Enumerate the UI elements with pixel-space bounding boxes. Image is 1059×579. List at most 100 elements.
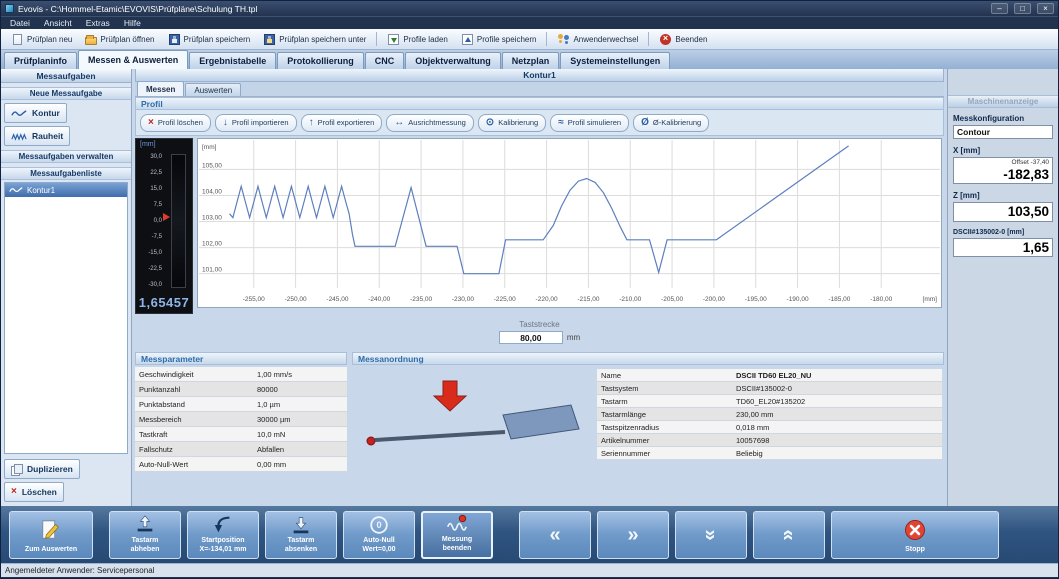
auto-null-button[interactable]: 0Auto-NullWert=0,00 [343,511,415,559]
app-icon [5,4,14,13]
stopp-button[interactable]: Stopp [831,511,999,559]
deflection-bar [171,154,186,288]
profile-save-icon [462,34,473,45]
taststrecke-input[interactable]: 80,00 [499,331,563,344]
kalibrierung-button[interactable]: ⊙Kalibrierung [478,114,546,132]
duplizieren-button[interactable]: Duplizieren [4,459,80,479]
probe-arrangement-graphic [352,367,587,459]
ausrichtmessung-button[interactable]: ↔Ausrichtmessung [386,114,474,132]
list-item-kontur1[interactable]: Kontur1 [5,183,127,197]
maximize-button[interactable]: □ [1014,3,1031,14]
menu-extras[interactable]: Extras [79,18,117,28]
jog-right-button[interactable]: » [597,511,669,559]
button-label: Ø-Kalibrierung [653,118,701,127]
tab-prufplaninfo[interactable]: Prüfplaninfo [4,52,77,69]
x-offset-label: Offset -37,40 [957,159,1049,167]
toolbar-separator [546,32,547,46]
tab-netzplan[interactable]: Netzplan [502,52,560,69]
exit-icon [660,34,671,45]
x-axis-label: X [mm] [953,146,1053,155]
button-label: Profil importieren [232,118,289,127]
window-title: Evovis - C:\Hommel-Etamic\EVOVIS\Prüfplä… [18,4,985,14]
row-label: Tastarm [597,395,732,407]
profil-exportieren-button[interactable]: ↑Profil exportieren [301,114,383,132]
tab-messen-auswerten[interactable]: Messen & Auswerten [78,50,188,69]
svg-text:-195,00: -195,00 [745,296,767,303]
subtab-messen[interactable]: Messen [137,81,184,96]
tab-objektverwaltung[interactable]: Objektverwaltung [405,52,501,69]
bottom-toolbar: Zum AuswertenTastarmabhebenStartposition… [1,506,1058,563]
duplicate-icon [11,464,22,475]
menu-hilfe[interactable]: Hilfe [117,18,148,28]
kalibrierung-button[interactable]: ØØ-Kalibrierung [633,114,709,132]
toolbar-separator [376,32,377,46]
button-label: Zum Auswerten [25,545,77,554]
toolbar-button-label: Profile speichern [477,35,537,44]
prufplan-speichern-unter-button[interactable]: Prüfplan speichern unter [257,31,372,48]
rauheit-button[interactable]: Rauheit [4,126,70,146]
tastarm-absenken-button[interactable]: Tastarmabsenken [265,511,337,559]
jog-left-button[interactable]: « [519,511,591,559]
messkonfiguration-select[interactable]: Contour [953,125,1053,139]
calibrate-icon: ⊙ [486,118,494,128]
messung-beenden-button[interactable]: Messungbeenden [421,511,493,559]
tab-systemeinstellungen[interactable]: Systemeinstellungen [560,52,670,69]
profil-simulieren-button[interactable]: ≈Profil simulieren [550,114,629,132]
deflection-marker [163,213,170,221]
subtab-auswerten[interactable]: Auswerten [185,83,241,96]
profil-loschen-button[interactable]: ×Profil löschen [140,114,211,132]
jog-up-button[interactable]: « [753,511,825,559]
jog-down-button[interactable]: » [675,511,747,559]
row-label: Messbereich [135,412,253,426]
minimize-button[interactable]: – [991,3,1008,14]
button-label: Profil simulieren [568,118,621,127]
table-row: Punktabstand1,0 µm [135,397,347,412]
button-label: Startposition [201,536,244,545]
prufplan-neu-button[interactable]: Prüfplan neu [5,31,78,48]
prufplan-speichern-button[interactable]: Prüfplan speichern [162,31,257,48]
svg-text:-185,00: -185,00 [828,296,850,303]
deflection-scale-label: 7,5 [138,202,162,208]
table-row: Auto-Null-Wert0,00 mm [135,457,347,472]
sidebar-header: Messaufgaben [1,69,131,83]
row-value: 10,0 mN [253,427,347,441]
zum-auswerten-button[interactable]: Zum Auswerten [9,511,93,559]
messaufgaben-listbox[interactable]: Kontur1 [4,182,128,454]
row-value: TD60_EL20#135202 [732,395,942,407]
task-title-bar: Kontur1 [135,69,944,82]
tab-cnc[interactable]: CNC [365,52,405,69]
profil-importieren-button[interactable]: ↓Profil importieren [215,114,297,132]
messkonfiguration-label: Messkonfiguration [953,114,1053,123]
sidebar: Messaufgaben Neue Messaufgabe KonturRauh… [1,69,132,506]
probe-value: 1,65 [957,240,1049,256]
deflection-scale-label: 22,5 [138,170,162,176]
svg-text:-225,00: -225,00 [494,296,516,303]
tastarm-abheben-button[interactable]: Tastarmabheben [109,511,181,559]
tab-ergebnistabelle[interactable]: Ergebnistabelle [189,52,276,69]
prufplan-offnen-button[interactable]: Prüfplan öffnen [79,31,160,48]
toolbar-button-label: Profile laden [403,35,447,44]
beenden-button[interactable]: Beenden [653,31,713,48]
tab-protokollierung[interactable]: Protokollierung [277,52,364,69]
anwenderwechsel-button[interactable]: Anwenderwechsel [551,31,644,48]
svg-text:0: 0 [376,521,381,531]
table-row: FallschutzAbfallen [135,442,347,457]
row-label: Fallschutz [135,442,253,456]
menu-datei[interactable]: Datei [3,18,37,28]
loschen-button[interactable]: ×Löschen [4,482,64,502]
startposition-button[interactable]: StartpositionX=-134,01 mm [187,511,259,559]
button-label: Wert=0,00 [362,545,395,554]
row-label: Seriennummer [597,447,732,459]
profile-laden-button[interactable]: Profile laden [381,31,453,48]
menu-ansicht[interactable]: Ansicht [37,18,79,28]
close-button[interactable]: × [1037,3,1054,14]
export-icon: ↑ [309,118,314,128]
deflection-value: 1,65457 [136,291,192,313]
kontur-button[interactable]: Kontur [4,103,67,123]
machine-panel: Maschinenanzeige Messkonfiguration Conto… [947,69,1058,506]
svg-text:102,00: 102,00 [202,241,222,248]
button-label: Stopp [905,545,925,554]
machine-panel-header: Maschinenanzeige [948,95,1058,108]
logged-in-user: Angemeldeter Anwender: Servicepersonal [5,566,154,575]
profile-speichern-button[interactable]: Profile speichern [455,31,543,48]
